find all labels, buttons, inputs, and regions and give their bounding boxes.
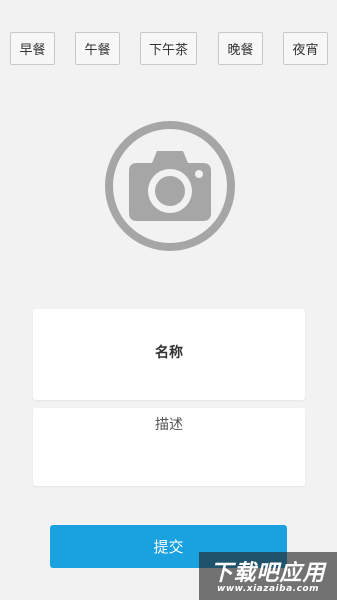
name-field[interactable]: 名称 <box>33 309 305 400</box>
meal-type-tabs: 早餐 午餐 下午茶 晚餐 夜宵 <box>0 32 337 65</box>
description-field[interactable]: 描述 <box>33 408 305 486</box>
tab-dinner[interactable]: 晚餐 <box>218 32 263 65</box>
camera-icon <box>105 121 235 251</box>
tab-afternoon-tea[interactable]: 下午茶 <box>140 32 197 65</box>
name-label: 名称 <box>155 344 183 361</box>
description-label: 描述 <box>155 417 183 433</box>
watermark-overlay: 下载吧应用 www.xiazaiba.com <box>199 552 337 600</box>
photo-picker-button[interactable] <box>103 121 237 251</box>
watermark-title: 下载吧应用 <box>210 561 326 586</box>
watermark-url: www.xiazaiba.com <box>217 584 319 594</box>
tab-late-night-snack[interactable]: 夜宵 <box>283 32 328 65</box>
tab-lunch[interactable]: 午餐 <box>75 32 120 65</box>
add-meal-screen: 早餐 午餐 下午茶 晚餐 夜宵 名称 描述 提交 下载吧应用 www.xiaza… <box>0 0 337 600</box>
tab-breakfast[interactable]: 早餐 <box>10 32 55 65</box>
